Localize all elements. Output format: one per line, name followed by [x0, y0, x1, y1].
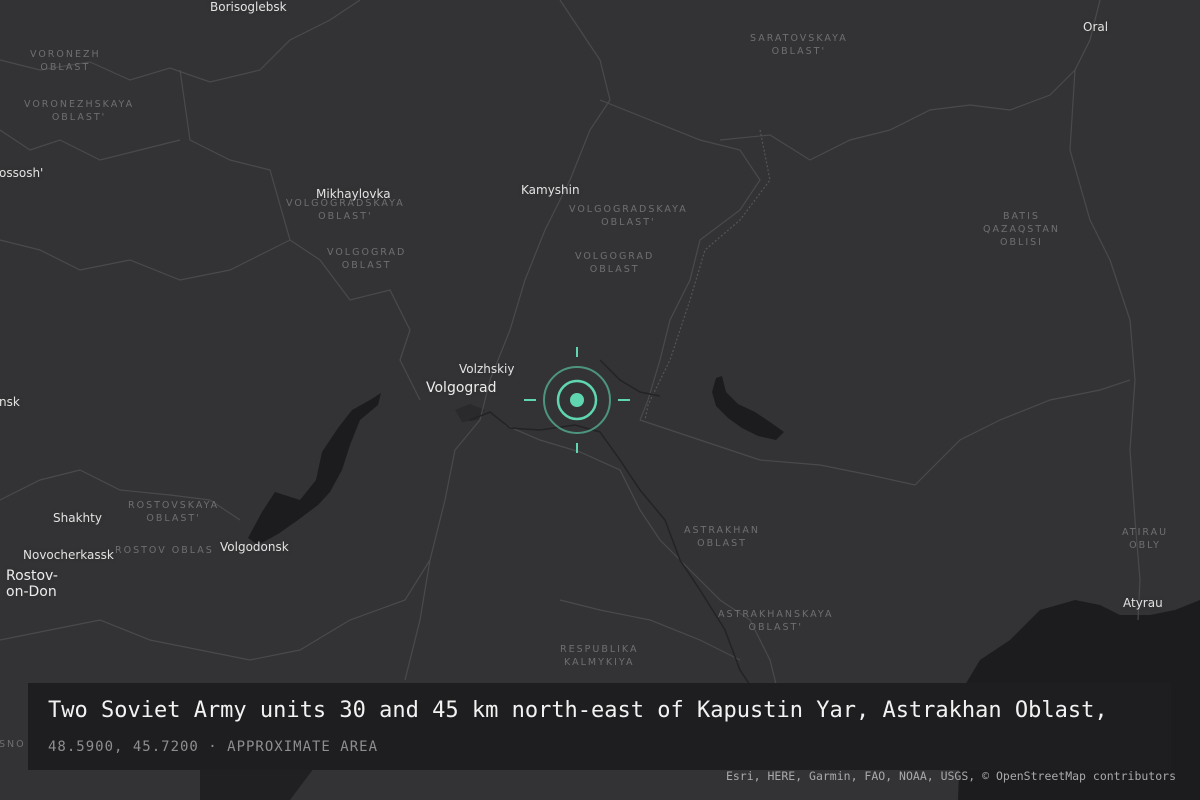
city-label-kamyshin: Kamyshin: [521, 183, 580, 197]
region-label-line: OBLAST: [40, 62, 91, 73]
region-label-line: OBLAST': [771, 46, 827, 57]
region-label-line: QAZAQSTAN: [983, 224, 1060, 235]
region-label-volgograd-west: VOLGOGRAD OBLAST: [327, 246, 406, 272]
region-label-kalmykiya: RESPUBLIKA KALMYKIYA: [560, 643, 639, 669]
location-caption-panel: Two Soviet Army units 30 and 45 km north…: [28, 683, 1171, 770]
region-label-line: OBLAST': [318, 211, 373, 222]
region-label-edge-sno: SNO: [0, 739, 26, 750]
region-label-line: OBLAST: [697, 538, 747, 549]
region-label-line: VOLGOGRADSKAYA: [286, 198, 405, 209]
region-label-line: OBLAST: [589, 264, 640, 275]
region-label-line: KALMYKIYA: [564, 657, 635, 668]
region-label-line: VORONEZH: [30, 49, 101, 60]
region-label-volgograd-east: VOLGOGRAD OBLAST: [575, 250, 654, 276]
region-label-line: SARATOVSKAYA: [750, 33, 848, 44]
region-label-line: OBLAST': [51, 112, 107, 123]
region-label-batis-qazaqstan: BATIS QAZAQSTAN OBLISI: [983, 210, 1060, 249]
region-label-voronezhskaya: VORONEZHSKAYA OBLAST': [24, 98, 134, 124]
region-label-astrakhanskaya: ASTRAKHANSKAYA OBLAST': [718, 608, 833, 634]
region-label-line: OBLY: [1129, 540, 1161, 551]
region-label-line: OBLISI: [1000, 237, 1043, 248]
target-marker-icon[interactable]: [522, 345, 632, 455]
region-label-line: VORONEZHSKAYA: [24, 99, 135, 110]
region-label-line: RESPUBLIKA: [560, 644, 639, 655]
city-label-shakhty: Shakhty: [53, 511, 102, 525]
city-label-rostov-line2: on-Don: [6, 584, 57, 600]
caption-title: Two Soviet Army units 30 and 45 km north…: [48, 698, 1108, 723]
region-label-line: ASTRAKHAN: [684, 525, 761, 536]
map-viewport[interactable]: Borisoglebsk Oral ossosh' Mikhaylovka Ka…: [0, 0, 1200, 800]
region-label-line: OBLAST': [601, 217, 656, 228]
region-label-line: ROSTOVSKAYA: [128, 500, 220, 511]
region-label-volgogradskaya-east: VOLGOGRADSKAYA OBLAST': [569, 203, 688, 229]
region-label-line: OBLAST: [341, 260, 392, 271]
city-label-edge-nsk: nsk: [0, 395, 20, 409]
region-label-line: ATIRAU: [1122, 527, 1169, 538]
target-center-dot: [570, 393, 584, 407]
region-label-saratovskaya: SARATOVSKAYA OBLAST': [750, 32, 848, 58]
region-label-rostov-oblast: ROSTOV OBLAS: [115, 545, 214, 556]
region-label-line: OBLAST': [146, 513, 201, 524]
region-label-line: ASTRAKHANSKAYA: [718, 609, 834, 620]
city-label-borisoglebsk: Borisoglebsk: [210, 0, 287, 14]
region-label-line: BATIS: [1003, 211, 1040, 222]
city-label-volgograd: Volgograd: [426, 380, 497, 396]
city-label-oral: Oral: [1083, 20, 1109, 34]
region-label-atirau: ATIRAU OBLY: [1122, 526, 1168, 552]
region-label-line: VOLGOGRAD: [575, 251, 655, 262]
caption-coordinates: 48.5900, 45.7200 · APPROXIMATE AREA: [48, 739, 379, 755]
region-label-voronezh: VORONEZH OBLAST: [30, 48, 101, 74]
region-label-line: VOLGOGRADSKAYA: [569, 204, 688, 215]
city-label-novocherkassk: Novocherkassk: [23, 548, 114, 562]
city-label-rostov-line1: Rostov-: [6, 568, 58, 584]
region-label-volgogradskaya-west: VOLGOGRADSKAYA OBLAST': [286, 197, 405, 223]
city-label-volgodonsk: Volgodonsk: [220, 540, 289, 554]
city-label-rossosh: ossosh': [0, 166, 44, 180]
map-attribution[interactable]: Esri, HERE, Garmin, FAO, NOAA, USGS, © O…: [726, 769, 1176, 783]
region-label-astrakhan: ASTRAKHAN OBLAST: [684, 524, 760, 550]
region-label-line: OBLAST': [748, 622, 803, 633]
city-label-atyrau: Atyrau: [1123, 596, 1163, 610]
region-label-line: VOLGOGRAD: [327, 247, 407, 258]
region-label-rostovskaya: ROSTOVSKAYA OBLAST': [128, 499, 219, 525]
city-label-volzhskiy: Volzhskiy: [459, 362, 515, 376]
